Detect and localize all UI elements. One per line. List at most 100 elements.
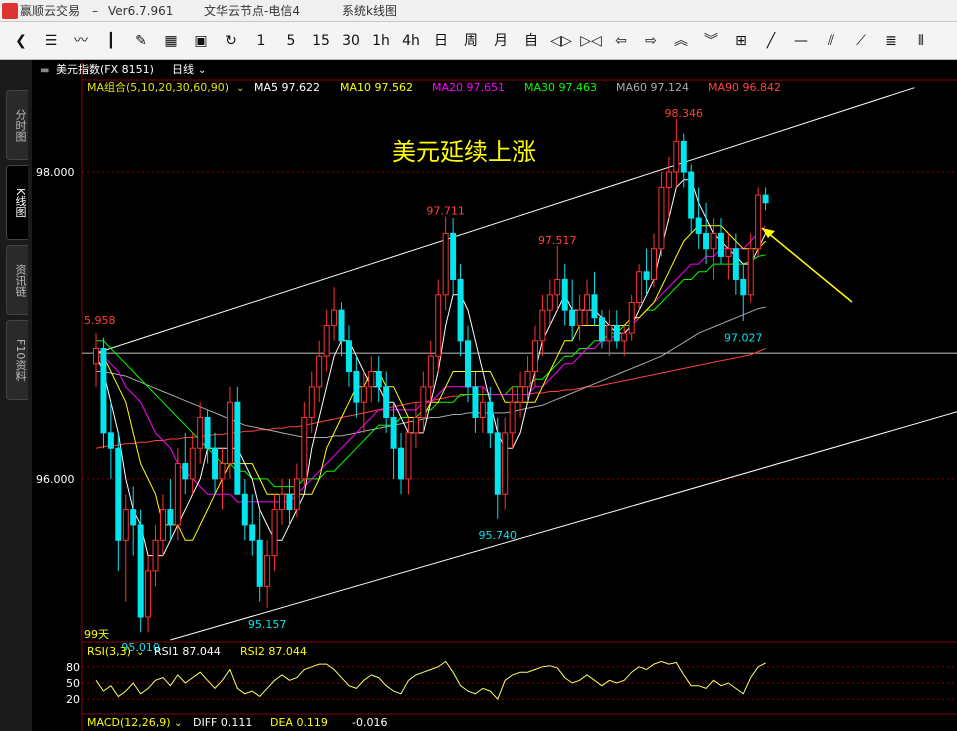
candle-body[interactable] — [517, 386, 524, 403]
candle-body[interactable] — [420, 386, 427, 419]
candle-body[interactable] — [732, 248, 739, 280]
period-30m-button[interactable]: 30 — [338, 28, 364, 54]
kline-chart[interactable]: 96.000 98.000 5.958 97.711 97.517 98.346 97.0… — [32, 60, 957, 731]
period-15m-button[interactable]: 15 — [308, 28, 334, 54]
candle-body[interactable] — [174, 463, 181, 526]
candle-body[interactable] — [234, 401, 241, 495]
period-week-button[interactable]: 周 — [458, 28, 484, 54]
candle-body[interactable] — [569, 309, 576, 326]
candle-body[interactable] — [204, 417, 211, 449]
period-1m-button[interactable]: 1 — [248, 28, 274, 54]
back-button[interactable]: ❮ — [8, 28, 34, 54]
table-button[interactable]: ▦ — [158, 28, 184, 54]
hline-button[interactable]: — — [788, 28, 814, 54]
candle-body[interactable] — [665, 171, 672, 188]
candle-body[interactable] — [182, 463, 189, 480]
candle-body[interactable] — [658, 186, 665, 250]
candle-body[interactable] — [390, 417, 397, 449]
chevron-down-icon[interactable]: ⌄ — [198, 65, 206, 76]
candle-body[interactable] — [308, 386, 315, 419]
candle-body[interactable] — [249, 524, 256, 541]
chevron-down-icon[interactable]: ⌄ — [174, 718, 182, 729]
candle-body[interactable] — [494, 432, 501, 495]
candle-body[interactable] — [755, 194, 762, 250]
candle-body[interactable] — [152, 539, 159, 572]
layout-button[interactable]: ⊞ — [728, 28, 754, 54]
candle-body[interactable] — [375, 371, 382, 388]
chevron-down-icon[interactable]: ⌄ — [136, 647, 144, 658]
candle-body[interactable] — [137, 524, 144, 618]
candle-body[interactable] — [539, 309, 546, 342]
candle-body[interactable] — [747, 248, 754, 296]
next-button[interactable]: ⇨ — [638, 28, 664, 54]
candle-body[interactable] — [323, 324, 330, 357]
candle-body[interactable] — [472, 386, 479, 419]
candle-body[interactable] — [621, 332, 628, 342]
candle-body[interactable] — [264, 555, 271, 587]
fib-button[interactable]: ≣ — [878, 28, 904, 54]
candle-body[interactable] — [584, 294, 591, 311]
candle-body[interactable] — [197, 417, 204, 449]
candle-body[interactable] — [546, 294, 553, 311]
candle-body[interactable] — [725, 248, 732, 257]
tab-news[interactable]: 资讯链 — [6, 245, 28, 315]
candle-body[interactable] — [680, 140, 687, 173]
candle-body[interactable] — [465, 340, 471, 388]
candle-body[interactable] — [107, 432, 114, 449]
candle-body[interactable] — [286, 493, 293, 511]
candle-body[interactable] — [435, 294, 442, 357]
candle-body[interactable] — [561, 278, 568, 311]
refresh-button[interactable]: ↻ — [218, 28, 244, 54]
candle-body[interactable] — [412, 417, 419, 434]
period-lines-button[interactable]: ⦀ — [908, 28, 934, 54]
period-day-button[interactable]: 日 — [428, 28, 454, 54]
candle-body[interactable] — [442, 232, 449, 296]
candle-body[interactable] — [256, 539, 263, 587]
candle-body[interactable] — [710, 232, 717, 250]
candle-body[interactable] — [606, 324, 613, 342]
candle-body[interactable] — [219, 463, 226, 480]
candle-body[interactable] — [398, 447, 405, 480]
custom-period-button[interactable]: 自 — [518, 28, 544, 54]
candle-body[interactable] — [167, 509, 174, 526]
candle-body[interactable] — [740, 278, 747, 296]
down-button[interactable]: ︾ — [698, 28, 724, 54]
candle-body[interactable] — [717, 232, 724, 257]
candle-body[interactable] — [524, 371, 531, 388]
candle-body[interactable] — [145, 570, 152, 618]
chevron-down-icon[interactable]: ⌄ — [236, 83, 244, 94]
candle-body[interactable] — [427, 355, 434, 388]
candle-body[interactable] — [450, 232, 457, 280]
pen-button[interactable]: ✎ — [128, 28, 154, 54]
quote-list-button[interactable]: ☰ — [38, 28, 64, 54]
candle-body[interactable] — [688, 171, 695, 219]
parallel-button[interactable]: ⫽ — [818, 28, 844, 54]
candle-body[interactable] — [628, 301, 635, 334]
candle-body[interactable] — [636, 271, 643, 303]
candle-body[interactable] — [100, 347, 107, 434]
period-1h-button[interactable]: 1h — [368, 28, 394, 54]
candle-body[interactable] — [130, 509, 137, 526]
zoom-out-button[interactable]: ▷◁ — [578, 28, 604, 54]
candle-body[interactable] — [226, 401, 233, 465]
candle-body[interactable] — [115, 447, 122, 541]
save-button[interactable]: ▣ — [188, 28, 214, 54]
candle-body[interactable] — [93, 347, 99, 365]
candle-body[interactable] — [487, 401, 494, 434]
candle-body[interactable] — [159, 509, 166, 541]
candle-body[interactable] — [576, 309, 583, 326]
candle-body[interactable] — [591, 294, 598, 319]
kline-button[interactable]: ┃ — [98, 28, 124, 54]
candle-body[interactable] — [122, 509, 129, 541]
candle-body[interactable] — [531, 340, 538, 373]
candle-body[interactable] — [383, 386, 390, 419]
candle-body[interactable] — [598, 317, 605, 342]
draw-line-button[interactable]: ╱ — [758, 28, 784, 54]
tab-f10[interactable]: F10资料 — [6, 320, 28, 400]
tab-time-sharing[interactable]: 分时图 — [6, 90, 28, 160]
candle-body[interactable] — [368, 371, 375, 388]
period-select[interactable]: 日线 — [172, 62, 194, 76]
period-5m-button[interactable]: 5 — [278, 28, 304, 54]
symbol-menu-icon[interactable]: ▬ — [40, 65, 49, 76]
tab-kline[interactable]: K线图 — [6, 165, 28, 240]
